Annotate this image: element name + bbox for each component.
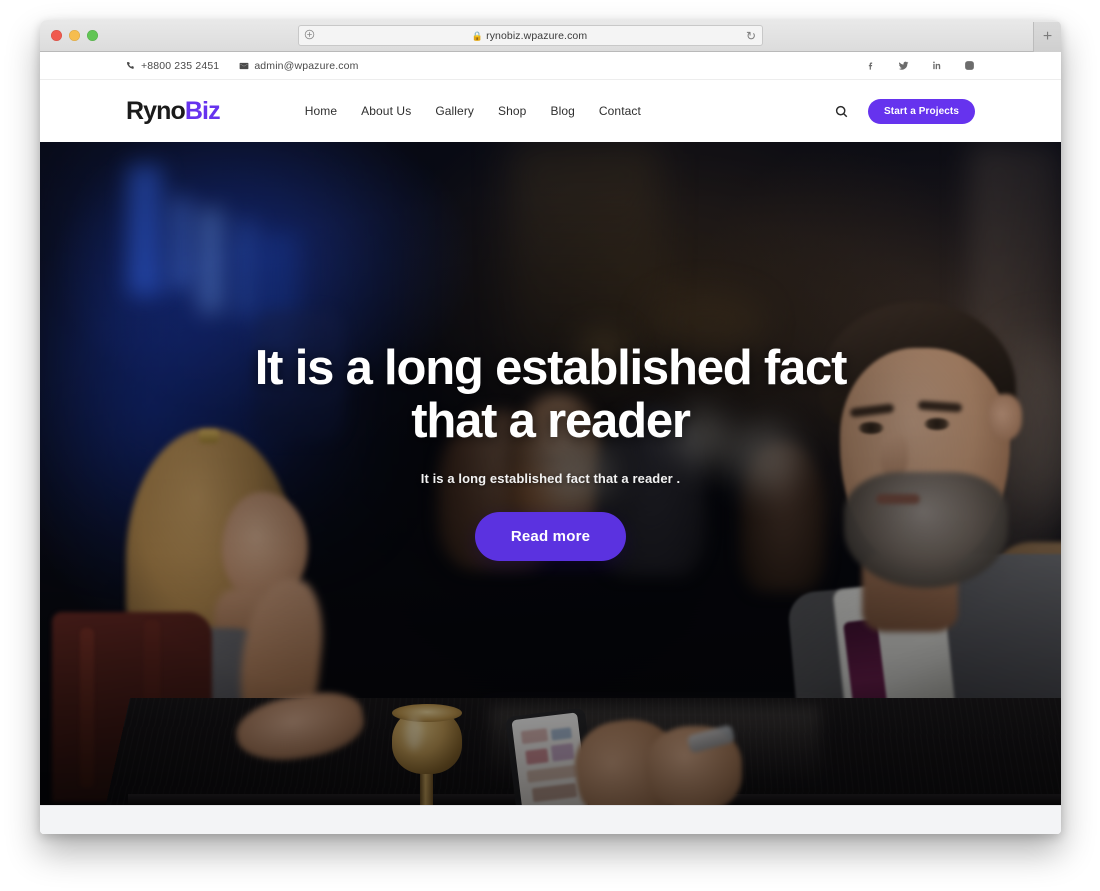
address-bar-text: 🔒 rynobiz.wpazure.com (319, 30, 740, 42)
browser-window: 🔒rynobiz.wpazure.com ↻ + +8800 235 2451 (40, 20, 1061, 834)
lock-icon: 🔒 (471, 30, 484, 41)
nav-item-blog[interactable]: Blog (550, 104, 574, 118)
window-traffic-lights (51, 30, 98, 41)
search-icon[interactable] (835, 105, 848, 118)
topbar-email[interactable]: admin@wpazure.com (239, 60, 358, 72)
hero-title: It is a long established fact that a rea… (254, 340, 848, 448)
url-value: rynobiz.wpazure.com (486, 29, 588, 42)
site-main-nav: RynoBiz Home About Us Gallery Shop Blog … (40, 80, 1061, 142)
nav-item-home[interactable]: Home (305, 104, 337, 118)
linkedin-icon[interactable] (931, 60, 942, 71)
start-a-projects-button[interactable]: Start a Projects (868, 98, 975, 124)
minimize-window-button[interactable] (69, 30, 80, 41)
topbar-social-group (865, 60, 975, 71)
share-icon[interactable] (299, 29, 319, 43)
twitter-icon[interactable] (898, 60, 909, 71)
page-footer-strip (40, 805, 1061, 834)
topbar-email-text: admin@wpazure.com (254, 59, 359, 72)
address-bar[interactable]: 🔒 rynobiz.wpazure.com ↻ (298, 25, 763, 46)
read-more-button[interactable]: Read more (474, 512, 627, 562)
zoom-window-button[interactable] (87, 30, 98, 41)
nav-item-shop[interactable]: Shop (498, 104, 526, 118)
browser-chrome-bar: 🔒 rynobiz.wpazure.com ↻ + (40, 20, 1061, 52)
topbar-phone[interactable]: +8800 235 2451 (126, 60, 219, 72)
reload-icon[interactable]: ↻ (740, 30, 762, 42)
site-logo[interactable]: RynoBiz (126, 96, 221, 125)
instagram-icon[interactable] (964, 60, 975, 71)
nav-menu: Home About Us Gallery Shop Blog Contact (305, 104, 641, 118)
facebook-icon[interactable] (865, 60, 876, 71)
logo-text-primary: Ryno (126, 96, 186, 125)
nav-item-gallery[interactable]: Gallery (435, 104, 474, 118)
phone-icon (126, 61, 136, 71)
nav-item-contact[interactable]: Contact (599, 104, 641, 118)
new-tab-button[interactable]: + (1033, 22, 1061, 52)
close-window-button[interactable] (51, 30, 62, 41)
nav-actions: Start a Projects (835, 98, 975, 124)
hero-content: It is a long established fact that a rea… (40, 142, 1061, 805)
hero-section: It is a long established fact that a rea… (40, 142, 1061, 805)
logo-text-accent: Biz (184, 96, 221, 125)
envelope-icon (239, 61, 249, 71)
topbar-phone-text: +8800 235 2451 (141, 59, 220, 72)
hero-subtitle: It is a long established fact that a rea… (420, 471, 681, 487)
page-viewport: +8800 235 2451 admin@wpazure.com RynoBiz… (40, 52, 1061, 834)
site-topbar: +8800 235 2451 admin@wpazure.com (40, 52, 1061, 80)
topbar-contact-group: +8800 235 2451 admin@wpazure.com (126, 60, 359, 72)
nav-item-about-us[interactable]: About Us (361, 104, 411, 118)
